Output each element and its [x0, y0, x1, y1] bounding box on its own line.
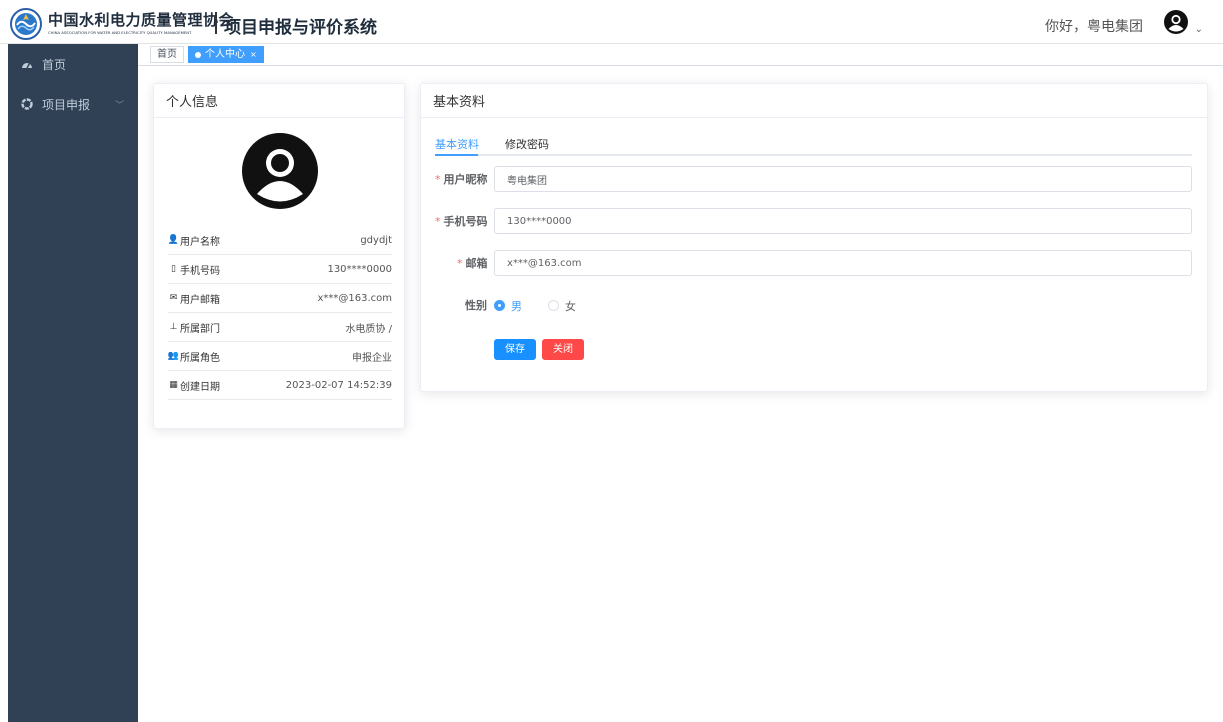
- email-row: * 邮箱: [435, 250, 1192, 277]
- info-label: 创建日期: [180, 381, 220, 393]
- info-label: 用户名称: [180, 236, 220, 248]
- gender-radio-group: 男 女: [494, 292, 602, 319]
- envelope-icon: ✉: [169, 293, 178, 303]
- profile-card-title: 个人信息: [154, 84, 404, 118]
- tag-profile-label: 个人中心: [205, 49, 245, 60]
- list-item: 👥 所属角色 申报企业: [168, 342, 392, 371]
- info-value: 申报企业: [352, 352, 392, 364]
- calendar-icon: ▦: [169, 380, 178, 390]
- association-name: 中国水利电力质量管理协会 CHINA ASSOCIATION FOR WATER…: [48, 12, 234, 35]
- gender-radio-female[interactable]: 女: [548, 298, 576, 314]
- sitemap-icon: ⊥: [169, 322, 178, 332]
- nickname-label: * 用户昵称: [435, 173, 488, 186]
- gender-radio-male[interactable]: 男: [494, 298, 522, 314]
- chevron-down-icon: ﹀: [114, 100, 124, 111]
- radio-checked-icon: [494, 300, 505, 311]
- email-label: * 邮箱: [457, 257, 488, 270]
- close-icon[interactable]: ×: [250, 47, 257, 62]
- info-value: x***@163.com: [317, 292, 392, 304]
- nickname-row: * 用户昵称: [435, 166, 1192, 193]
- email-field[interactable]: [494, 250, 1192, 276]
- info-label: 手机号码: [180, 265, 220, 277]
- info-value: 水电质协 /: [345, 323, 392, 335]
- tag-home[interactable]: 首页: [150, 46, 184, 63]
- association-name-en: CHINA ASSOCIATION FOR WATER AND ELECTRIC…: [48, 30, 192, 35]
- close-button[interactable]: 关闭: [542, 339, 584, 360]
- gender-row: 性别 男 女: [435, 292, 1192, 319]
- info-value: 2023-02-07 14:52:39: [285, 379, 392, 391]
- phone-label: * 手机号码: [435, 215, 488, 228]
- user-greeting: 你好，粤电集团: [1045, 19, 1143, 35]
- tab-basic-info[interactable]: 基本资料: [435, 136, 479, 152]
- info-label: 所属角色: [180, 352, 220, 364]
- main-content: 个人信息 👤 用户名称 gdydjt ▯ 手机号码 130****0000 ✉ 用户邮…: [138, 66, 1223, 722]
- dashboard-icon: [20, 57, 34, 71]
- list-item: ✉ 用户邮箱 x***@163.com: [168, 284, 392, 313]
- title-divider: [215, 12, 217, 34]
- active-dot-icon: [195, 51, 201, 58]
- gender-label: 性别: [465, 299, 487, 312]
- sidebar-item-label: 首页: [42, 57, 67, 72]
- avatar-dropdown-caret-icon[interactable]: ⌄: [1195, 24, 1203, 35]
- tag-profile[interactable]: 个人中心 ×: [188, 46, 264, 63]
- info-value: gdydjt: [360, 234, 392, 246]
- profile-avatar-icon[interactable]: [241, 132, 319, 210]
- phone-icon: ▯: [171, 264, 176, 274]
- profile-card: 个人信息 👤 用户名称 gdydjt ▯ 手机号码 130****0000 ✉ 用户邮…: [153, 83, 405, 429]
- radio-unchecked-icon: [548, 300, 559, 311]
- sidebar: 首页 项目申报 ﹀: [8, 44, 138, 722]
- sidebar-item-project-apply[interactable]: 项目申报 ﹀: [8, 84, 138, 124]
- profile-info-list: 👤 用户名称 gdydjt ▯ 手机号码 130****0000 ✉ 用户邮箱 x**…: [168, 226, 392, 400]
- basic-info-card: 基本资料 基本资料 修改密码 *用户昵称 *手机号码 *邮箱 性别 男: [420, 83, 1208, 392]
- sidebar-item-label: 项目申报: [42, 97, 91, 112]
- list-item: 👤 用户名称 gdydjt: [168, 226, 392, 255]
- list-item: ▯ 手机号码 130****0000: [168, 255, 392, 284]
- user-avatar-icon[interactable]: [1163, 9, 1189, 35]
- phone-field[interactable]: [494, 208, 1192, 234]
- sidebar-item-home[interactable]: 首页: [8, 44, 138, 84]
- tags-view-bar: 首页 个人中心 ×: [138, 44, 1223, 66]
- user-icon: 👤: [167, 235, 180, 245]
- association-logo-icon: [10, 8, 42, 40]
- system-title: 项目申报与评价系统: [224, 18, 377, 38]
- top-navbar: 中国水利电力质量管理协会 CHINA ASSOCIATION FOR WATER…: [0, 0, 1223, 44]
- info-label: 用户邮箱: [180, 294, 220, 306]
- phone-row: * 手机号码: [435, 208, 1192, 235]
- nickname-field[interactable]: [494, 166, 1192, 192]
- users-icon: 👥: [167, 351, 180, 361]
- tab-active-indicator: [435, 154, 478, 156]
- info-value: 130****0000: [327, 263, 392, 275]
- info-label: 所属部门: [180, 323, 220, 335]
- profile-tabs: 基本资料 修改密码: [435, 136, 1192, 156]
- list-item: ▦ 创建日期 2023-02-07 14:52:39: [168, 371, 392, 400]
- tab-change-password[interactable]: 修改密码: [505, 136, 549, 152]
- save-button[interactable]: 保存: [494, 339, 536, 360]
- circle-o-icon: [20, 97, 34, 111]
- association-name-cn: 中国水利电力质量管理协会: [48, 11, 235, 29]
- basic-info-card-title: 基本资料: [421, 84, 1207, 118]
- list-item: ⊥ 所属部门 水电质协 /: [168, 313, 392, 342]
